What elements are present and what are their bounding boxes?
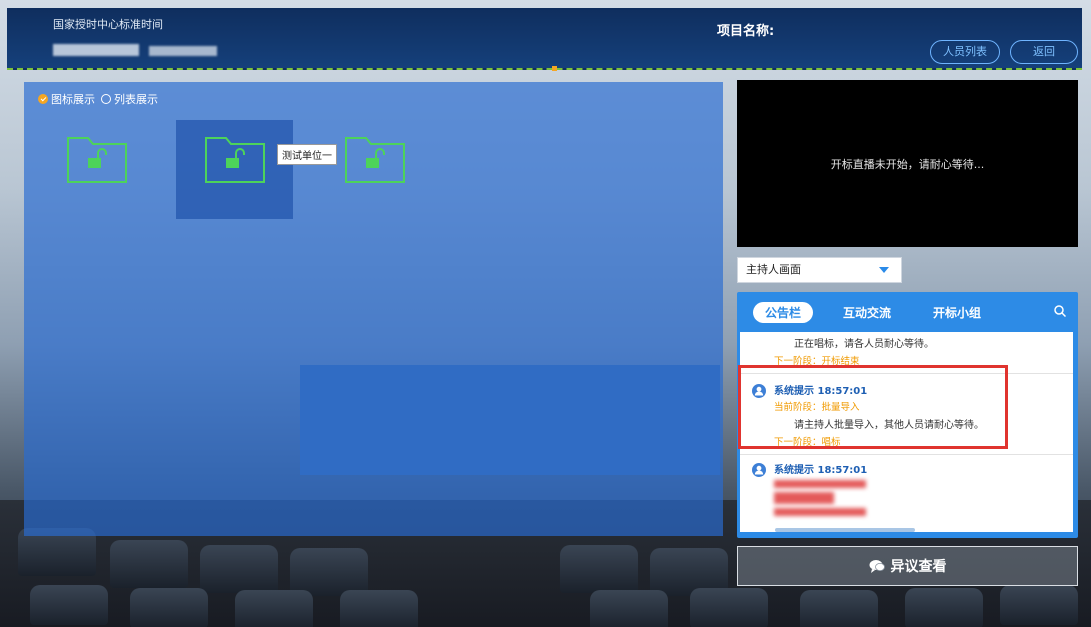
folder-item[interactable]: [66, 130, 128, 184]
seat: [30, 585, 108, 625]
seat: [110, 540, 188, 588]
radio-unchecked-icon: [101, 94, 111, 104]
clock-time-redacted: [53, 44, 139, 56]
seat: [800, 590, 878, 627]
icon-view-label: 图标展示: [51, 93, 95, 106]
seat: [340, 590, 418, 627]
tab-bid-group[interactable]: 开标小组: [921, 302, 993, 323]
seat: [200, 545, 278, 593]
camera-select[interactable]: 主持人画面: [737, 257, 902, 283]
tab-interaction[interactable]: 互动交流: [831, 302, 903, 323]
chat-icon: [869, 560, 885, 573]
folder-item[interactable]: [204, 130, 266, 184]
notice-panel: 公告栏 互动交流 开标小组 正在唱标，请各人员耐心等待。 下一阶段：开标结束 系…: [737, 292, 1078, 538]
message-header: 系统提示 18:57:01: [774, 465, 868, 476]
seat: [560, 545, 638, 593]
seat: [130, 588, 208, 627]
video-status-text: 开标直播未开始，请耐心等待...: [830, 157, 985, 171]
chevron-down-icon: [879, 267, 889, 273]
icon-view-radio[interactable]: 图标展示: [38, 91, 95, 107]
radio-checked-icon: [38, 94, 48, 104]
clock-label: 国家授时中心标准时间: [53, 18, 163, 31]
folder-tooltip: 测试单位一: [277, 144, 337, 165]
scrollbar[interactable]: [775, 528, 915, 532]
live-video-area: 开标直播未开始，请耐心等待...: [737, 80, 1078, 247]
message-body: 正在唱标，请各人员耐心等待。: [794, 339, 934, 350]
folder-unlock-icon: [345, 137, 405, 183]
seat: [1000, 585, 1078, 625]
notice-tabs: 公告栏 互动交流 开标小组: [753, 302, 993, 323]
message-next-stage: 下一阶段：开标结束: [774, 356, 860, 367]
dispute-view-label: 异议查看: [890, 559, 947, 575]
seat: [690, 588, 768, 627]
avatar-icon: [752, 463, 766, 477]
redacted-text: [774, 508, 866, 516]
message-body: 请主持人批量导入，其他人员请耐心等待。: [794, 420, 984, 431]
message-next-stage: 下一阶段：唱标: [774, 437, 841, 448]
dispute-view-button[interactable]: 异议查看: [737, 546, 1078, 586]
clock-date-redacted: [149, 46, 217, 56]
list-item: 系统提示 18:57:01 当前阶段：批量导入 请主持人批量导入，其他人员请耐心…: [740, 374, 1073, 455]
redacted-text: [774, 480, 866, 488]
seat: [590, 590, 668, 627]
notice-list[interactable]: 正在唱标，请各人员耐心等待。 下一阶段：开标结束 系统提示 18:57:01 当…: [740, 332, 1073, 532]
folder-unlock-icon: [205, 137, 265, 183]
list-item: 系统提示 18:57:01: [740, 455, 1073, 526]
folder-item[interactable]: [344, 130, 406, 184]
progress-marker: [552, 66, 557, 71]
list-item: 正在唱标，请各人员耐心等待。 下一阶段：开标结束: [740, 335, 1073, 374]
folder-unlock-icon: [67, 137, 127, 183]
top-header: 国家授时中心标准时间 项目名称: 人员列表 返回: [7, 8, 1082, 71]
search-icon[interactable]: [1054, 305, 1066, 317]
list-view-label: 列表展示: [114, 93, 158, 106]
bidder-panel: 图标展示 列表展示 测试单位一: [24, 82, 723, 536]
back-button[interactable]: 返回: [1010, 40, 1078, 64]
tab-bulletin[interactable]: 公告栏: [753, 302, 814, 323]
seat: [290, 548, 368, 596]
seat: [905, 588, 983, 627]
avatar-icon: [752, 384, 766, 398]
list-view-radio[interactable]: 列表展示: [101, 91, 158, 107]
message-header: 系统提示 18:57:01: [774, 386, 868, 397]
camera-select-value: 主持人画面: [746, 263, 801, 276]
message-current-stage: 当前阶段：批量导入: [774, 402, 860, 413]
view-mode-options: 图标展示 列表展示: [38, 91, 158, 107]
redacted-text: [774, 492, 834, 504]
seat: [235, 590, 313, 627]
project-name-label: 项目名称:: [717, 24, 775, 39]
people-list-button[interactable]: 人员列表: [930, 40, 1000, 64]
